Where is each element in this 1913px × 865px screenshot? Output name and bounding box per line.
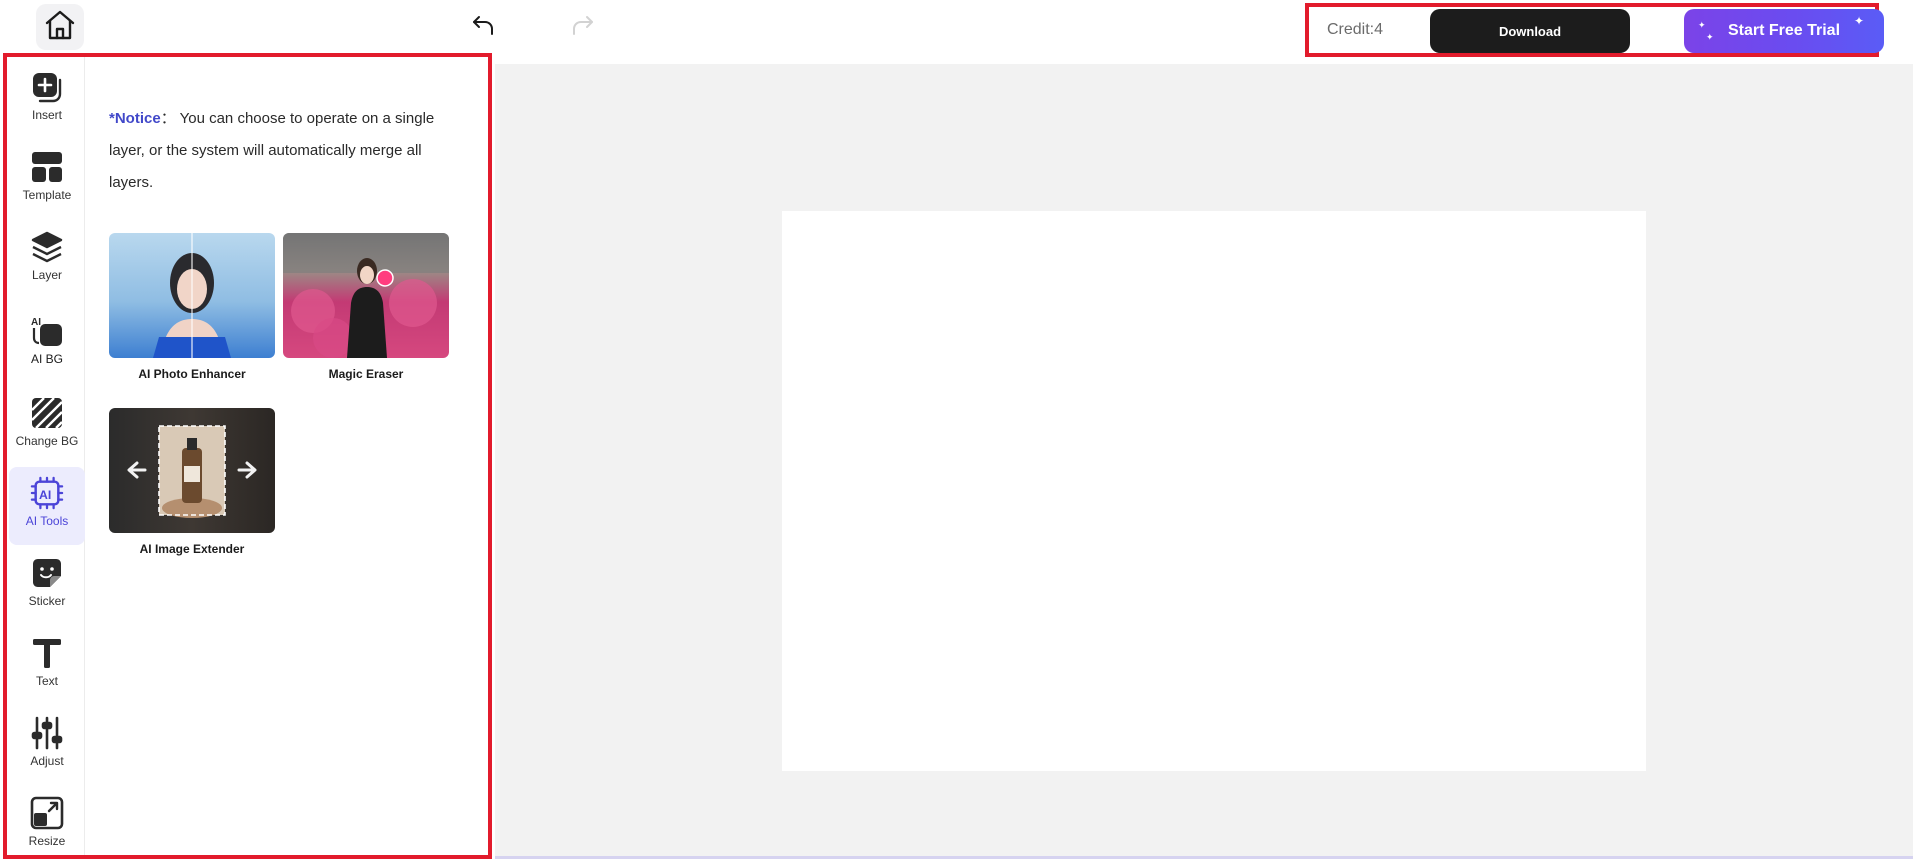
download-button[interactable]: Download xyxy=(1430,9,1630,53)
sidebar-item-label: AI Tools xyxy=(25,514,69,528)
sidebar-item-ai-bg[interactable]: AI AI BG xyxy=(9,305,85,383)
template-icon xyxy=(30,150,64,184)
tool-card-ai-photo-enhancer[interactable]: AI Photo Enhancer xyxy=(109,233,275,381)
sidebar-item-text[interactable]: Text xyxy=(9,627,85,705)
editor-workspace xyxy=(495,64,1913,859)
sidebar-item-change-bg[interactable]: Change BG xyxy=(9,387,85,465)
tool-label: AI Image Extender xyxy=(139,542,245,556)
tool-label: Magic Eraser xyxy=(328,367,404,381)
sidebar-item-sticker[interactable]: Sticker xyxy=(9,547,85,625)
notice-separator: ： xyxy=(160,110,176,127)
tool-card-ai-image-extender[interactable]: AI Image Extender xyxy=(109,408,275,556)
sidebar-item-label: Sticker xyxy=(28,594,66,608)
home-button[interactable] xyxy=(36,4,84,50)
ai-image-extender-thumbnail xyxy=(109,408,275,533)
sidebar-item-layer[interactable]: Layer xyxy=(9,221,85,299)
sidebar-item-label: Adjust xyxy=(30,754,64,768)
sparkle-icon: ✦ xyxy=(1698,20,1706,30)
left-panel: Insert Template Layer AI AI BG Change BG… xyxy=(3,53,492,859)
design-canvas[interactable] xyxy=(782,211,1646,771)
insert-icon xyxy=(30,70,64,104)
svg-text:AI: AI xyxy=(31,317,41,328)
sidebar-nav: Insert Template Layer AI AI BG Change BG… xyxy=(7,57,85,855)
notice-text: *Notice： You can choose to operate on a … xyxy=(109,103,459,199)
sidebar-item-label: Resize xyxy=(28,834,66,848)
change-bg-icon xyxy=(30,396,64,430)
redo-button[interactable] xyxy=(566,10,600,44)
tool-label: AI Photo Enhancer xyxy=(138,367,246,381)
ai-tools-icon: AI xyxy=(30,476,64,510)
ai-bg-icon: AI xyxy=(30,314,64,348)
sparkle-icon: ✦ xyxy=(1854,14,1865,28)
sidebar-item-label: Insert xyxy=(31,108,62,122)
text-icon xyxy=(30,636,64,670)
sidebar-item-template[interactable]: Template xyxy=(9,141,85,219)
sticker-icon xyxy=(30,556,64,590)
sidebar-item-label: Change BG xyxy=(15,434,79,448)
sidebar-item-ai-tools[interactable]: AI AI Tools xyxy=(9,467,85,545)
sidebar-item-label: Template xyxy=(22,188,72,202)
magic-eraser-thumbnail xyxy=(283,233,449,358)
sidebar-item-resize[interactable]: Resize xyxy=(9,787,85,865)
notice-tag: *Notice xyxy=(109,110,161,127)
redo-icon xyxy=(570,12,596,43)
undo-icon xyxy=(470,12,496,43)
ai-photo-enhancer-thumbnail xyxy=(109,233,275,358)
sparkle-icon: ✦ xyxy=(1706,32,1714,42)
resize-icon xyxy=(30,796,64,830)
tool-card-magic-eraser[interactable]: Magic Eraser xyxy=(283,233,449,381)
sidebar-item-adjust[interactable]: Adjust xyxy=(9,707,85,785)
start-free-trial-label: Start Free Trial xyxy=(1727,22,1841,39)
sidebar-item-insert[interactable]: Insert xyxy=(9,61,85,139)
adjust-icon xyxy=(30,716,64,750)
layer-icon xyxy=(30,230,64,264)
svg-text:AI: AI xyxy=(39,488,51,502)
undo-button[interactable] xyxy=(466,10,500,44)
credit-counter: Credit:4 xyxy=(1327,21,1384,38)
start-free-trial-button[interactable]: ✦ ✦ ✦ Start Free Trial xyxy=(1684,9,1884,53)
home-icon xyxy=(42,7,78,48)
account-actions: Credit:4 Download ✦ ✦ ✦ Start Free Trial xyxy=(1305,3,1884,57)
sidebar-item-label: AI BG xyxy=(30,352,63,366)
sidebar-item-label: Text xyxy=(35,674,58,688)
ai-tools-panel: *Notice： You can choose to operate on a … xyxy=(89,57,488,855)
sidebar-item-label: Layer xyxy=(31,268,63,282)
